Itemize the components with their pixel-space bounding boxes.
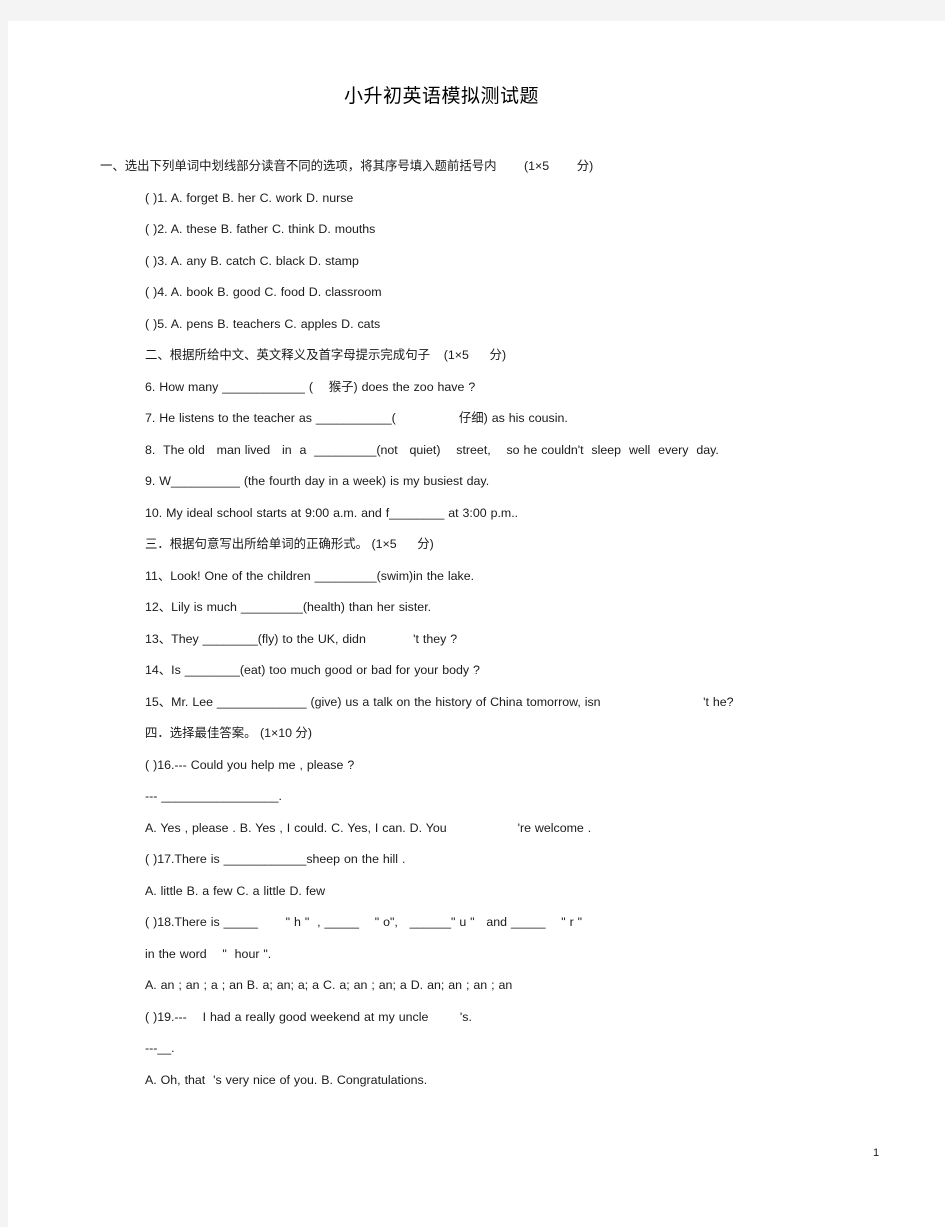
- question-item-14: 14、Is ________(eat) too much good or bad…: [145, 663, 480, 677]
- question-item-7: 7. He listens to the teacher as ________…: [145, 411, 568, 425]
- section-heading-4: 四．选择最佳答案。 (1×10 分): [145, 726, 312, 740]
- question-item-11: 11、Look! One of the children _________(s…: [145, 568, 475, 583]
- question-item-8: 8. The old man lived in a _________(not …: [145, 442, 719, 457]
- document-page: 小升初英语模拟测试题 一、选出下列单词中划线部分读音不同的选项，将其序号填入题前…: [8, 21, 945, 1227]
- question-item-5: ( )5. A. pens B. teachers C. apples D. c…: [145, 316, 381, 331]
- question-item-19: ( )19.--- I had a really good weekend at…: [145, 1009, 472, 1024]
- question-item-12: 12、Lily is much _________(health) than h…: [145, 600, 432, 614]
- question-item-13: 13、They ________(fly) to the UK, didn 't…: [145, 631, 458, 646]
- question-item-3: ( )3. A. any B. catch C. black D. stamp: [145, 253, 359, 268]
- page-title: 小升初英语模拟测试题: [343, 86, 539, 107]
- question-item-16-options: A. Yes , please . B. Yes , I could. C. Y…: [145, 820, 592, 835]
- question-item-18-continued: in the word " hour ".: [145, 946, 272, 961]
- question-item-1: ( )1. A. forget B. her C. work D. nurse: [145, 190, 354, 205]
- question-item-16: ( )16.--- Could you help me , please ?: [145, 757, 355, 772]
- question-item-2: ( )2. A. these B. father C. think D. mou…: [145, 222, 376, 236]
- section-heading-3: 三．根据句意写出所给单词的正确形式。 (1×5 分): [145, 537, 434, 551]
- question-item-16-answer-blank: --- _________________.: [145, 789, 282, 803]
- question-item-18-options: A. an ; an ; a ; an B. a; an; a; a C. a;…: [145, 978, 513, 992]
- question-item-15: 15、Mr. Lee _____________ (give) us a tal…: [145, 694, 734, 709]
- section-heading-2: 二、根据所给中文、英文释义及首字母提示完成句子 (1×5 分): [145, 348, 507, 362]
- question-item-10: 10. My ideal school starts at 9:00 a.m. …: [145, 505, 519, 520]
- question-item-17-options: A. little B. a few C. a little D. few: [145, 883, 326, 898]
- question-item-19-options: A. Oh, that 's very nice of you. B. Cong…: [145, 1072, 428, 1087]
- page-number: 1: [873, 1147, 880, 1159]
- question-item-18: ( )18.There is _____ " h " , _____ " o",…: [145, 915, 583, 929]
- question-item-6: 6. How many ____________ ( 猴子) does the …: [145, 379, 476, 394]
- document-body: 一、选出下列单词中划线部分读音不同的选项，将其序号填入题前括号内 (1×5 分)…: [100, 159, 900, 1104]
- question-item-4: ( )4. A. book B. good C. food D. classro…: [145, 285, 382, 299]
- question-item-19-answer-blank: ---__.: [145, 1041, 175, 1055]
- question-item-17: ( )17.There is ____________sheep on the …: [145, 852, 406, 866]
- question-item-9: 9. W__________ (the fourth day in a week…: [145, 474, 490, 488]
- section-heading-1: 一、选出下列单词中划线部分读音不同的选项，将其序号填入题前括号内 (1×5 分): [100, 159, 594, 173]
